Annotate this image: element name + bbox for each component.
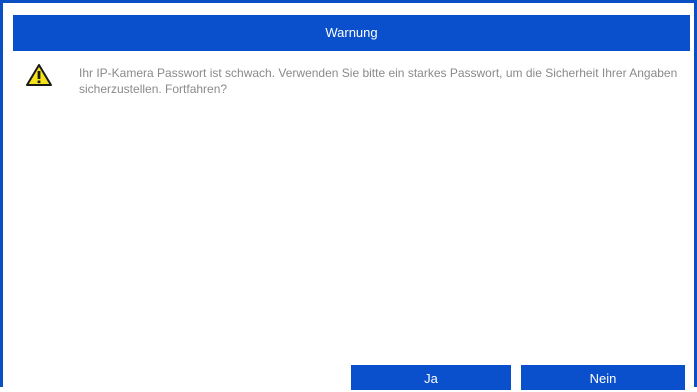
yes-button[interactable]: Ja: [351, 365, 511, 390]
warning-triangle-icon: [25, 63, 53, 87]
dialog-title: Warnung: [325, 25, 378, 40]
no-button-label: Nein: [589, 371, 617, 386]
no-button[interactable]: Nein: [521, 365, 685, 390]
warning-dialog: Warnung Ihr IP-Kamera Passwort ist schwa…: [0, 0, 697, 390]
yes-button-label: Ja: [424, 371, 438, 386]
warning-message: Ihr IP-Kamera Passwort ist schwach. Verw…: [79, 66, 678, 96]
dialog-titlebar: Warnung: [13, 15, 690, 51]
